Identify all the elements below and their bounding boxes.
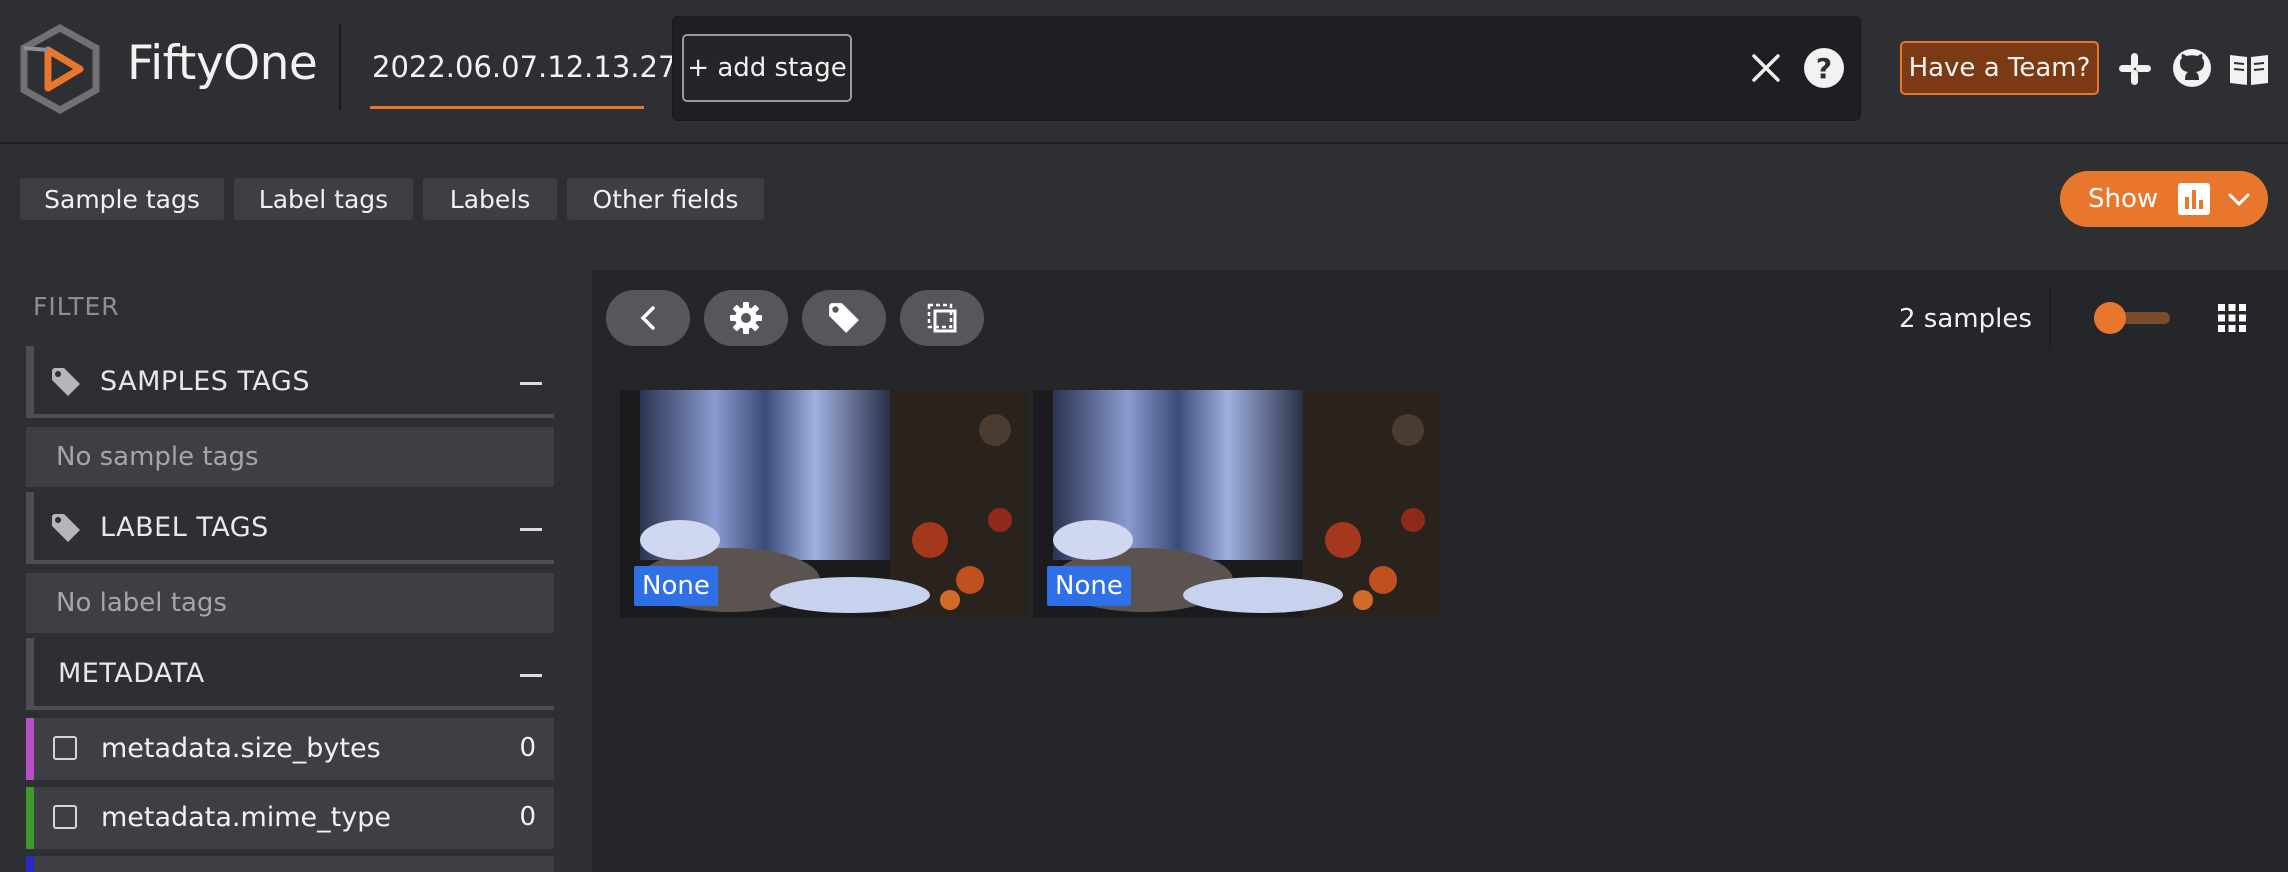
fiftyone-logo-icon[interactable]	[18, 24, 102, 114]
have-a-team-button[interactable]: Have a Team?	[1900, 41, 2099, 95]
sample-tags-group-button[interactable]: Sample tags	[20, 178, 224, 220]
metadata-header[interactable]: METADATA	[26, 638, 554, 710]
gear-icon	[730, 302, 762, 334]
back-button[interactable]	[606, 290, 690, 346]
sample-thumbnail[interactable]: None	[1033, 390, 1441, 618]
chevron-down-icon	[2228, 184, 2250, 214]
label-tags-group-button[interactable]: Label tags	[234, 178, 413, 220]
dataset-selector[interactable]: 2022.06.07.12.13.27	[372, 50, 676, 84]
field-color-stripe	[26, 718, 34, 780]
field-name: metadata.size_bytes	[101, 733, 381, 764]
field-checkbox[interactable]	[53, 805, 77, 829]
label-tags-header[interactable]: LABEL TAGS	[26, 492, 554, 564]
no-label-tags-text: No label tags	[26, 573, 554, 633]
slack-icon[interactable]	[2116, 50, 2154, 88]
close-icon[interactable]	[1748, 50, 1784, 86]
collapse-icon[interactable]	[520, 674, 542, 677]
settings-button[interactable]	[704, 290, 788, 346]
field-count: 0	[519, 733, 536, 763]
field-row-mime-type[interactable]: metadata.mime_type 0	[26, 787, 554, 849]
collapse-icon[interactable]	[520, 382, 542, 385]
show-panels-button[interactable]: Show	[2060, 171, 2268, 227]
github-icon[interactable]	[2170, 46, 2214, 90]
other-fields-group-button[interactable]: Other fields	[567, 178, 764, 220]
no-sample-tags-text: No sample tags	[26, 427, 554, 487]
header-divider	[339, 24, 341, 110]
collapse-icon[interactable]	[520, 528, 542, 531]
label-badge: None	[1047, 566, 1131, 606]
field-row-partial[interactable]	[26, 856, 554, 872]
field-row-size-bytes[interactable]: metadata.size_bytes 0	[26, 718, 554, 780]
label-badge: None	[634, 566, 718, 606]
tag-icon	[829, 303, 859, 333]
tag-icon	[52, 368, 80, 396]
add-stage-button[interactable]: + add stage	[682, 34, 852, 102]
selection-button[interactable]	[900, 290, 984, 346]
field-color-stripe	[26, 856, 34, 872]
zoom-slider-handle[interactable]	[2094, 302, 2126, 334]
chevron-left-icon	[640, 306, 655, 330]
tag-icon	[52, 514, 80, 542]
field-color-stripe	[26, 787, 34, 849]
book-icon[interactable]	[2228, 50, 2270, 88]
tag-button[interactable]	[802, 290, 886, 346]
brand-title[interactable]: FiftyOne	[127, 36, 318, 91]
toolbar-divider	[2049, 288, 2051, 350]
show-label: Show	[2088, 184, 2159, 214]
field-count: 0	[519, 802, 536, 832]
bar-chart-icon	[2178, 183, 2211, 215]
field-checkbox[interactable]	[53, 736, 77, 760]
help-icon[interactable]: ?	[1804, 48, 1844, 88]
select-area-icon	[927, 303, 957, 333]
labels-group-button[interactable]: Labels	[423, 178, 557, 220]
field-name: metadata.mime_type	[101, 802, 391, 833]
metadata-title: METADATA	[58, 658, 205, 689]
samples-tags-header[interactable]: SAMPLES TAGS	[26, 346, 554, 418]
label-tags-title: LABEL TAGS	[100, 512, 269, 543]
dataset-underline	[370, 106, 644, 109]
samples-tags-title: SAMPLES TAGS	[100, 366, 310, 397]
sample-count: 2 samples	[1899, 304, 2032, 334]
sample-thumbnail[interactable]: None	[620, 390, 1028, 618]
filter-label: FILTER	[33, 292, 120, 321]
grid-icon[interactable]	[2217, 303, 2247, 333]
